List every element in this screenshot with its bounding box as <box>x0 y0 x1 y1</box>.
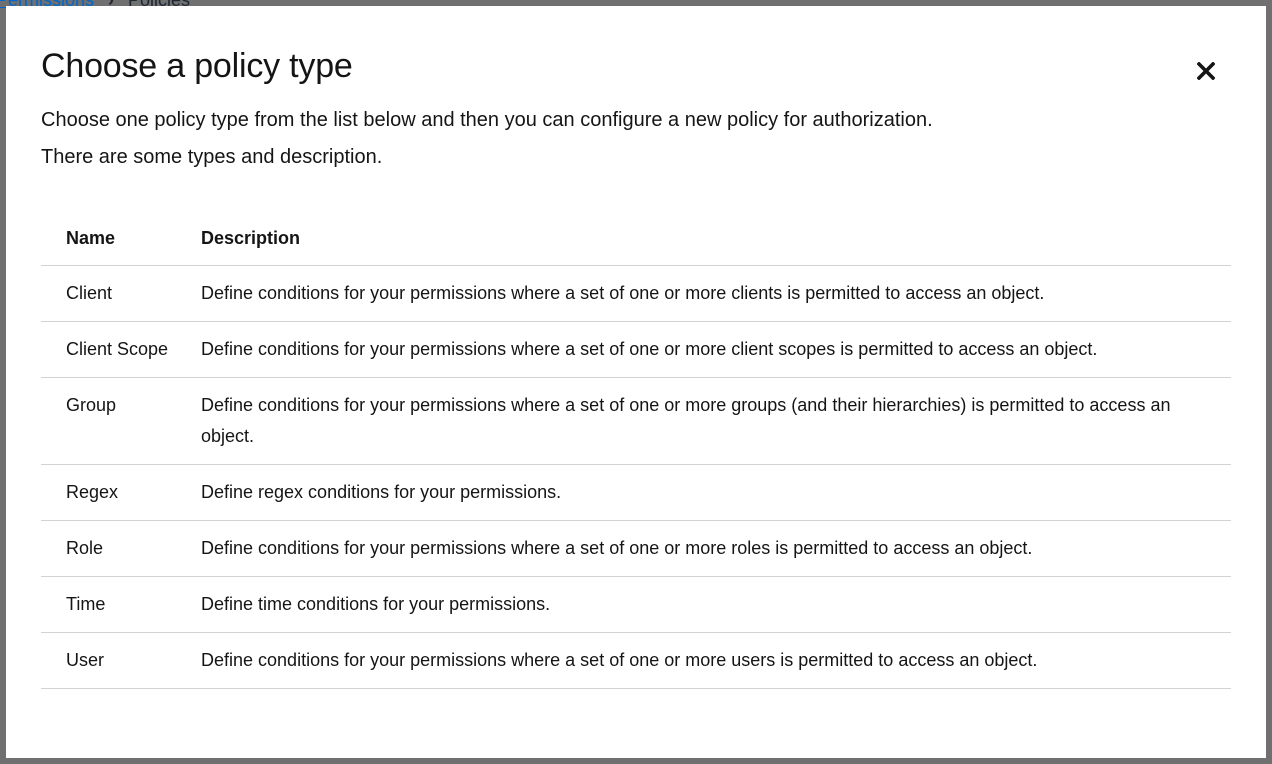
table-header-row: Name Description <box>41 213 1231 266</box>
policy-description-cell: Define conditions for your permissions w… <box>201 321 1231 378</box>
modal-description: Choose one policy type from the list bel… <box>41 102 1211 176</box>
policy-description-cell: Define conditions for your permissions w… <box>201 265 1231 322</box>
table-row-user[interactable]: User Define conditions for your permissi… <box>41 632 1231 689</box>
policy-name-cell[interactable]: Regex <box>41 464 201 521</box>
policy-type-table: Name Description Client Define condition… <box>41 213 1231 689</box>
table-row-regex[interactable]: Regex Define regex conditions for your p… <box>41 464 1231 521</box>
policy-name-cell[interactable]: Time <box>41 576 201 633</box>
policy-name-cell[interactable]: User <box>41 632 201 689</box>
policy-type-modal: Choose a policy type Choose one policy t… <box>6 6 1266 758</box>
column-header-description: Description <box>201 213 1231 266</box>
policy-name-cell[interactable]: Client <box>41 265 201 322</box>
table-row-time[interactable]: Time Define time conditions for your per… <box>41 576 1231 633</box>
policy-description-cell: Define time conditions for your permissi… <box>201 576 1231 633</box>
modal-title: Choose a policy type <box>41 47 353 85</box>
policy-description-cell: Define regex conditions for your permiss… <box>201 464 1231 521</box>
policy-description-cell: Define conditions for your permissions w… <box>201 632 1231 689</box>
modal-description-line-2: There are some types and description. <box>41 146 383 168</box>
close-button[interactable] <box>1191 56 1221 86</box>
column-header-name: Name <box>41 213 201 266</box>
policy-name-cell[interactable]: Group <box>41 377 201 465</box>
table-row-client[interactable]: Client Define conditions for your permis… <box>41 265 1231 322</box>
table-row-client-scope[interactable]: Client Scope Define conditions for your … <box>41 321 1231 378</box>
policy-description-cell: Define conditions for your permissions w… <box>201 520 1231 577</box>
policy-name-cell[interactable]: Role <box>41 520 201 577</box>
modal-description-line-1: Choose one policy type from the list bel… <box>41 109 933 131</box>
table-row-group[interactable]: Group Define conditions for your permiss… <box>41 377 1231 465</box>
policy-name-cell[interactable]: Client Scope <box>41 321 201 378</box>
table-row-role[interactable]: Role Define conditions for your permissi… <box>41 520 1231 577</box>
policy-description-cell: Define conditions for your permissions w… <box>201 377 1231 465</box>
close-icon <box>1197 62 1215 80</box>
